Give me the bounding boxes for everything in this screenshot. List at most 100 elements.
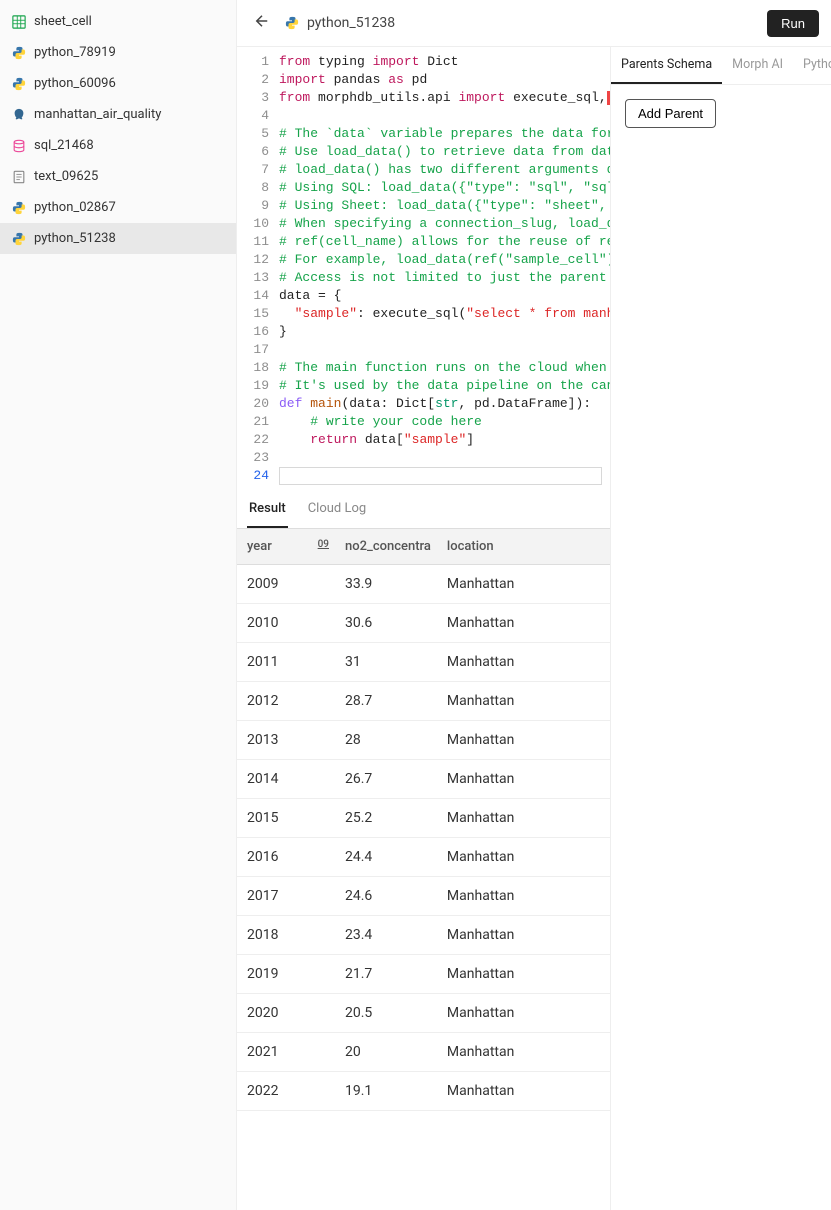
cell-no2: 24.4 [337,838,439,877]
code-line[interactable] [279,467,602,485]
sidebar-item-sql_21468[interactable]: sql_21468 [0,130,236,161]
cell-no2: 33.9 [337,565,439,604]
column-header-location[interactable]: location [439,529,610,565]
add-parent-button[interactable]: Add Parent [625,99,716,128]
cell-no2: 26.7 [337,760,439,799]
code-line[interactable]: # For example, load_data(ref("sample_cel… [279,251,606,269]
code-line[interactable]: # The main function runs on the cloud wh… [279,359,606,377]
sql-icon [12,139,26,153]
editor-gutter: 123456789101112131415161718192021222324 [237,53,279,485]
cell-no2: 24.6 [337,877,439,916]
sidebar-item-label: manhattan_air_quality [34,107,161,122]
table-row[interactable]: 201921.7Manhattan [237,955,610,994]
tab-cloud-log[interactable]: Cloud Log [306,491,368,528]
code-line[interactable]: # ref(cell_name) allows for the reuse of… [279,233,606,251]
right-tab-python-in[interactable]: Python In [793,47,831,84]
tab-result[interactable]: Result [247,491,288,528]
code-line[interactable]: # load_data() has two different argument… [279,161,606,179]
table-row[interactable]: 201823.4Manhattan [237,916,610,955]
cell-no2: 19.1 [337,1072,439,1111]
sidebar-item-python_78919[interactable]: python_78919 [0,37,236,68]
table-row[interactable]: 202219.1Manhattan [237,1072,610,1111]
table-row[interactable]: 201525.2Manhattan [237,799,610,838]
cell-location: Manhattan [439,604,610,643]
code-line[interactable]: # Access is not limited to just the pare… [279,269,606,287]
code-line[interactable]: # When specifying a connection_slug, loa… [279,215,606,233]
cell-year: 2015 [237,799,337,838]
cell-location: Manhattan [439,877,610,916]
sidebar-item-python_02867[interactable]: python_02867 [0,192,236,223]
code-line[interactable]: import pandas as pd [279,71,606,89]
code-line[interactable]: # write your code here [279,413,606,431]
table-row[interactable]: 202120Manhattan [237,1033,610,1072]
cell-location: Manhattan [439,955,610,994]
code-line[interactable]: from typing import Dict [279,53,606,71]
python-icon [285,16,299,30]
code-line[interactable]: from morphdb_utils.api import execute_sq… [279,89,606,107]
result-table: year09no2_concentralocation 200933.9Manh… [237,529,610,1210]
code-line[interactable]: # It's used by the data pipeline on the … [279,377,606,395]
code-line[interactable]: "sample": execute_sql("select * from man… [279,305,606,323]
column-header-year[interactable]: year09 [237,529,337,565]
column-header-no2_concentra[interactable]: no2_concentra [337,529,439,565]
sidebar-item-sheet_cell[interactable]: sheet_cell [0,6,236,37]
cell-year: 2010 [237,604,337,643]
sidebar-item-manhattan_air_quality[interactable]: manhattan_air_quality [0,99,236,130]
cell-year: 2014 [237,760,337,799]
cell-location: Manhattan [439,721,610,760]
table-row[interactable]: 200933.9Manhattan [237,565,610,604]
sidebar-item-label: python_60096 [34,76,116,91]
right-tab-morph-ai[interactable]: Morph AI [722,47,793,84]
sidebar-item-label: text_09625 [34,169,98,184]
code-line[interactable]: return data["sample"] [279,431,606,449]
python-icon [12,201,26,215]
sidebar-item-text_09625[interactable]: text_09625 [0,161,236,192]
table-row[interactable]: 202020.5Manhattan [237,994,610,1033]
code-line[interactable]: # Use load_data() to retrieve data from … [279,143,606,161]
right-panel: Parents SchemaMorph AIPython In Add Pare… [611,47,831,1210]
sidebar-item-python_51238[interactable]: python_51238 [0,223,236,254]
code-line[interactable]: # The `data` variable prepares the data … [279,125,606,143]
editor-code[interactable]: from typing import Dictimport pandas as … [279,53,610,485]
output-tabs: Result Cloud Log [237,491,610,529]
code-editor[interactable]: 123456789101112131415161718192021222324 … [237,47,610,485]
code-line[interactable]: def main(data: Dict[str, pd.DataFrame]): [279,395,606,413]
code-line[interactable]: # Using Sheet: load_data({"type": "sheet… [279,197,606,215]
cell-location: Manhattan [439,643,610,682]
cell-year: 2020 [237,994,337,1033]
table-row[interactable]: 201228.7Manhattan [237,682,610,721]
main: python_51238 Run 12345678910111213141516… [237,0,831,1210]
code-line[interactable] [279,107,606,125]
table-row[interactable]: 201131Manhattan [237,643,610,682]
table-row[interactable]: 201724.6Manhattan [237,877,610,916]
table-row[interactable]: 201328Manhattan [237,721,610,760]
sidebar: sheet_cell python_78919 python_60096manhat… [0,0,237,1210]
header: python_51238 Run [237,0,831,47]
right-panel-tabs: Parents SchemaMorph AIPython In [611,47,831,85]
table-row[interactable]: 201624.4Manhattan [237,838,610,877]
code-line[interactable]: } [279,323,606,341]
table-row[interactable]: 201426.7Manhattan [237,760,610,799]
right-tab-parents-schema[interactable]: Parents Schema [611,47,722,84]
sort-indicator[interactable]: 09 [318,539,329,550]
code-line[interactable] [279,449,606,467]
run-button[interactable]: Run [767,10,819,37]
cell-year: 2012 [237,682,337,721]
sidebar-item-label: python_78919 [34,45,116,60]
cell-no2: 30.6 [337,604,439,643]
code-line[interactable]: data = { [279,287,606,305]
cell-year: 2009 [237,565,337,604]
right-panel-body: Add Parent [611,85,831,142]
back-button[interactable] [249,8,275,38]
postgres-icon [12,108,26,122]
content-row: 123456789101112131415161718192021222324 … [237,47,831,1210]
sidebar-item-python_60096[interactable]: python_60096 [0,68,236,99]
cell-location: Manhattan [439,994,610,1033]
code-line[interactable]: # Using SQL: load_data({"type": "sql", "… [279,179,606,197]
table-row[interactable]: 201030.6Manhattan [237,604,610,643]
code-line[interactable] [279,341,606,359]
editor-column: 123456789101112131415161718192021222324 … [237,47,611,1210]
cell-location: Manhattan [439,1072,610,1111]
cell-no2: 23.4 [337,916,439,955]
cell-location: Manhattan [439,760,610,799]
